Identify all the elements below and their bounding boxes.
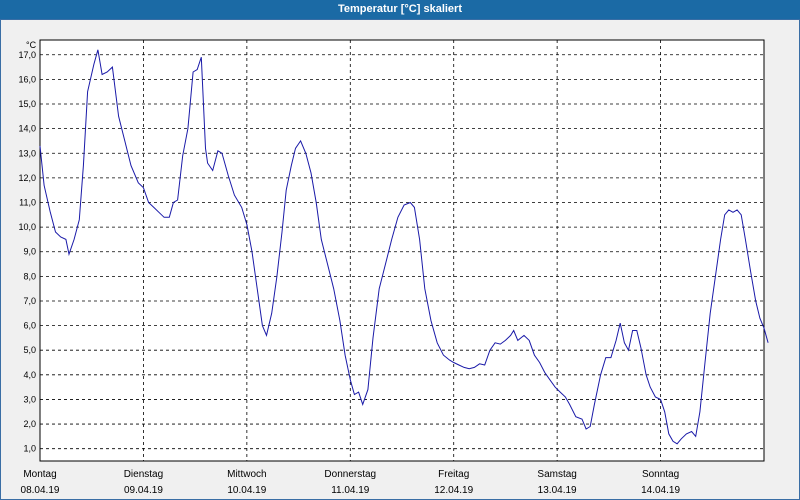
y-tick-label: 2,0: [23, 419, 36, 429]
y-tick-label: 15,0: [18, 99, 36, 109]
x-date-label: 13.04.19: [538, 485, 577, 496]
x-day-label: Mittwoch: [227, 469, 266, 480]
x-date-label: 10.04.19: [227, 485, 266, 496]
y-tick-label: 10,0: [18, 222, 36, 232]
y-tick-label: 1,0: [23, 444, 36, 454]
y-tick-label: 11,0: [19, 197, 36, 207]
y-tick-label: 4,0: [23, 370, 36, 380]
x-date-label: 11.04.19: [331, 485, 370, 496]
y-tick-label: 12,0: [18, 173, 36, 183]
y-tick-label: 3,0: [23, 394, 36, 404]
x-date-label: 08.04.19: [21, 485, 60, 496]
plot-area: [39, 39, 765, 462]
y-tick-label: 17,0: [18, 50, 36, 60]
y-tick-label: 13,0: [18, 148, 36, 158]
y-tick-label: 7,0: [23, 296, 36, 306]
x-day-label: Montag: [23, 469, 56, 480]
y-tick-label: 16,0: [18, 74, 36, 84]
x-day-label: Sonntag: [642, 469, 679, 480]
y-tick-label: 14,0: [18, 124, 36, 134]
x-day-label: Samstag: [537, 469, 576, 480]
x-day-label: Donnerstag: [324, 469, 376, 480]
y-tick-label: 8,0: [23, 271, 36, 281]
y-tick-label: 6,0: [23, 321, 36, 331]
temperature-chart: 1,0 2,0 3,0 4,0 5,0 6,0 7,0 8,0 9,0 10,0 11,0 12,0 1…: [18, 39, 769, 496]
y-tick-label: 9,0: [23, 247, 36, 257]
x-date-label: 14.04.19: [641, 485, 680, 496]
unit-label: °C: [26, 40, 37, 50]
x-day-label: Dienstag: [124, 469, 163, 480]
y-tick-label: 5,0: [23, 345, 36, 355]
x-date-label: 12.04.19: [434, 485, 473, 496]
x-date-label: 09.04.19: [124, 485, 163, 496]
x-day-label: Freitag: [438, 469, 469, 480]
